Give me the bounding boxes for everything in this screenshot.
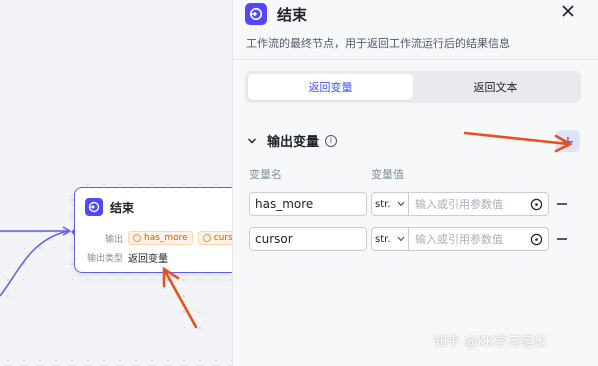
remove-variable-button[interactable] xyxy=(557,238,567,240)
variable-value-input[interactable]: 输入或引用参数值 xyxy=(409,227,549,251)
panel-title: 结束 xyxy=(277,5,308,24)
chevron-down-icon[interactable] xyxy=(247,136,257,146)
workflow-canvas[interactable]: 结束 输出 has_more curso 输出类型 返回变量 xyxy=(0,0,232,366)
column-header-value: 变量值 xyxy=(371,168,404,181)
chevron-down-icon xyxy=(397,201,405,207)
end-node[interactable]: 结束 输出 has_more curso 输出类型 返回变量 xyxy=(74,187,232,273)
end-node-icon xyxy=(245,3,267,25)
column-header-name: 变量名 xyxy=(249,168,282,181)
variable-type-select[interactable]: str. xyxy=(371,227,409,251)
tab-return-text[interactable]: 返回文本 xyxy=(413,74,578,100)
node-output-label: 输出 xyxy=(104,234,123,245)
node-output-row: 输出 has_more curso xyxy=(75,231,232,245)
node-output-type-label: 输出类型 xyxy=(86,254,123,264)
node-config-panel: 结束 工作流的最终节点，用于返回工作流运行后的结果信息 返回变量 返回文本 输出… xyxy=(232,0,598,366)
tab-return-variables[interactable]: 返回变量 xyxy=(248,74,413,100)
variable-row: cursor str. 输入或引用参数值 xyxy=(249,227,569,251)
watermark: 知乎 @KK学习笔记 xyxy=(434,335,547,350)
variable-name-input[interactable]: has_more xyxy=(249,192,367,216)
panel-description: 工作流的最终节点，用于返回工作流运行后的结果信息 xyxy=(246,37,510,50)
node-title: 结束 xyxy=(110,200,135,215)
output-tag: curso xyxy=(197,231,232,245)
chevron-down-icon xyxy=(397,236,405,242)
section-title: 输出变量 xyxy=(267,135,320,150)
info-icon[interactable]: i xyxy=(325,134,338,147)
variable-value-input[interactable]: 输入或引用参数值 xyxy=(409,192,549,216)
variable-type-select[interactable]: str. xyxy=(371,192,409,216)
reference-target-icon[interactable] xyxy=(530,198,543,211)
variable-row: has_more str. 输入或引用参数值 xyxy=(249,192,569,216)
output-tag: has_more xyxy=(128,231,193,245)
variable-icon xyxy=(133,234,141,242)
add-variable-button[interactable]: + xyxy=(556,130,580,152)
output-variables-header[interactable]: 输出变量 i xyxy=(247,131,338,150)
end-node-icon xyxy=(85,198,103,216)
close-icon[interactable] xyxy=(560,3,576,19)
remove-variable-button[interactable] xyxy=(557,203,567,205)
variable-name-input[interactable]: cursor xyxy=(249,227,367,251)
reference-target-icon[interactable] xyxy=(530,233,543,246)
connection-edges xyxy=(0,226,72,297)
node-output-type-value: 返回变量 xyxy=(128,254,168,265)
node-output-type-row: 输出类型 返回变量 xyxy=(75,250,168,265)
return-mode-tabs: 返回变量 返回文本 xyxy=(245,71,581,103)
variable-icon xyxy=(202,234,211,242)
divider xyxy=(233,59,598,60)
